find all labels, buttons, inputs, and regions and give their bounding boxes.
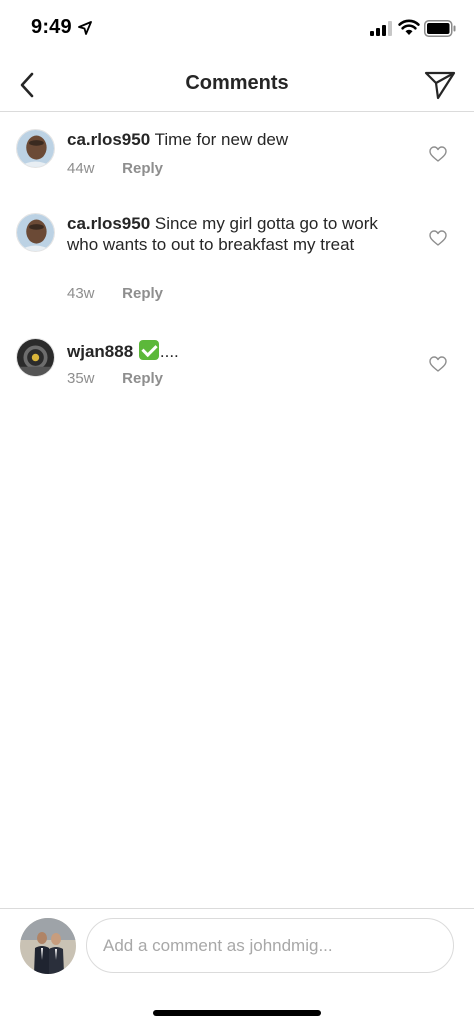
heart-icon[interactable]: [429, 146, 447, 162]
comment-meta: 43w Reply: [67, 285, 163, 302]
reply-button[interactable]: Reply: [122, 160, 163, 177]
location-arrow-icon: [78, 21, 92, 35]
comment-time: 35w: [67, 370, 95, 387]
comment-text: ca.rlos950 Since my girl gotta go to wor…: [67, 214, 402, 255]
cellular-signal-icon: [370, 21, 392, 36]
heart-icon[interactable]: [429, 356, 447, 372]
comment-text: ca.rlos950 Time for new dew: [67, 130, 402, 151]
battery-icon: [424, 20, 456, 37]
comments-screen: 9:49 Comments ca.rlos950 Time for new de…: [0, 0, 474, 1026]
avatar[interactable]: [16, 338, 55, 377]
comment-time: 44w: [67, 160, 95, 177]
comment-meta: 44w Reply: [67, 160, 163, 177]
status-bar: 9:49: [0, 0, 474, 58]
comment-composer: [0, 908, 474, 1026]
avatar[interactable]: [16, 129, 55, 168]
page-title: Comments: [185, 72, 289, 94]
home-indicator[interactable]: [153, 1010, 321, 1016]
comment-text: wjan888 ....: [67, 340, 402, 363]
status-time: 9:49: [31, 16, 72, 38]
wifi-icon: [398, 19, 420, 35]
heart-icon[interactable]: [429, 230, 447, 246]
nav-bar: Comments: [0, 58, 474, 112]
comment-time: 43w: [67, 285, 95, 302]
comment-message: ....: [159, 342, 179, 361]
reply-button[interactable]: Reply: [122, 370, 163, 387]
avatar[interactable]: [16, 213, 55, 252]
reply-button[interactable]: Reply: [122, 285, 163, 302]
current-user-avatar: [20, 918, 76, 974]
comment-meta: 35w Reply: [67, 370, 163, 387]
comment-message: Time for new dew: [154, 130, 289, 149]
share-button[interactable]: [422, 68, 458, 102]
comment-username[interactable]: ca.rlos950: [67, 130, 150, 149]
paper-plane-icon: [424, 71, 456, 100]
comment-input[interactable]: [86, 918, 454, 973]
comment-username[interactable]: ca.rlos950: [67, 214, 150, 233]
comment-username[interactable]: wjan888: [67, 342, 133, 361]
check-mark-emoji-icon: [138, 340, 159, 360]
